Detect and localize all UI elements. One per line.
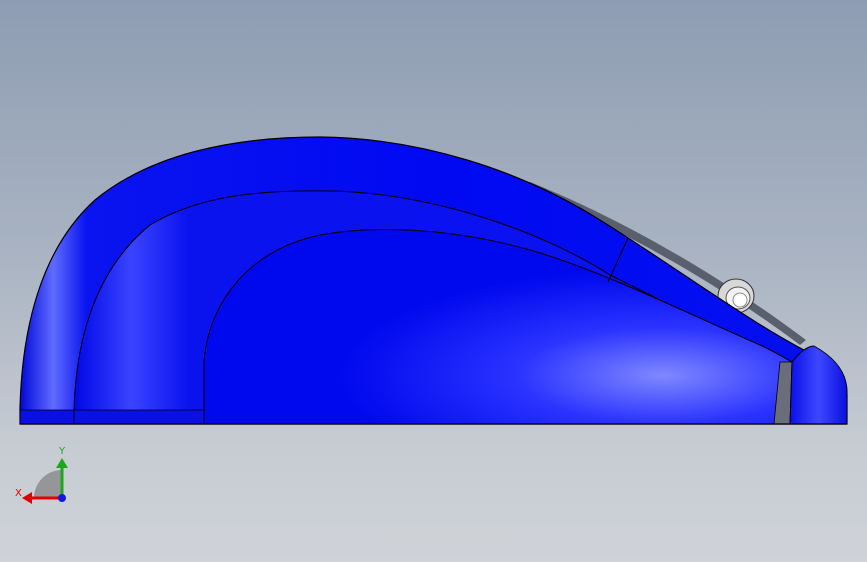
rear-base-strip bbox=[19, 409, 205, 425]
front-nose bbox=[789, 345, 848, 425]
graphics-viewport[interactable]: Y X bbox=[0, 0, 867, 562]
y-axis-label: Y bbox=[58, 446, 66, 457]
side-panel bbox=[203, 229, 793, 425]
x-axis-label: X bbox=[15, 488, 22, 499]
z-axis-dot bbox=[58, 494, 66, 502]
x-axis-arrowhead bbox=[22, 492, 32, 504]
triad-plane-quarter bbox=[34, 470, 62, 498]
axis-triad[interactable]: Y X bbox=[12, 440, 82, 510]
y-axis-arrowhead bbox=[56, 458, 68, 468]
mouse-model-side-view[interactable] bbox=[0, 0, 867, 562]
